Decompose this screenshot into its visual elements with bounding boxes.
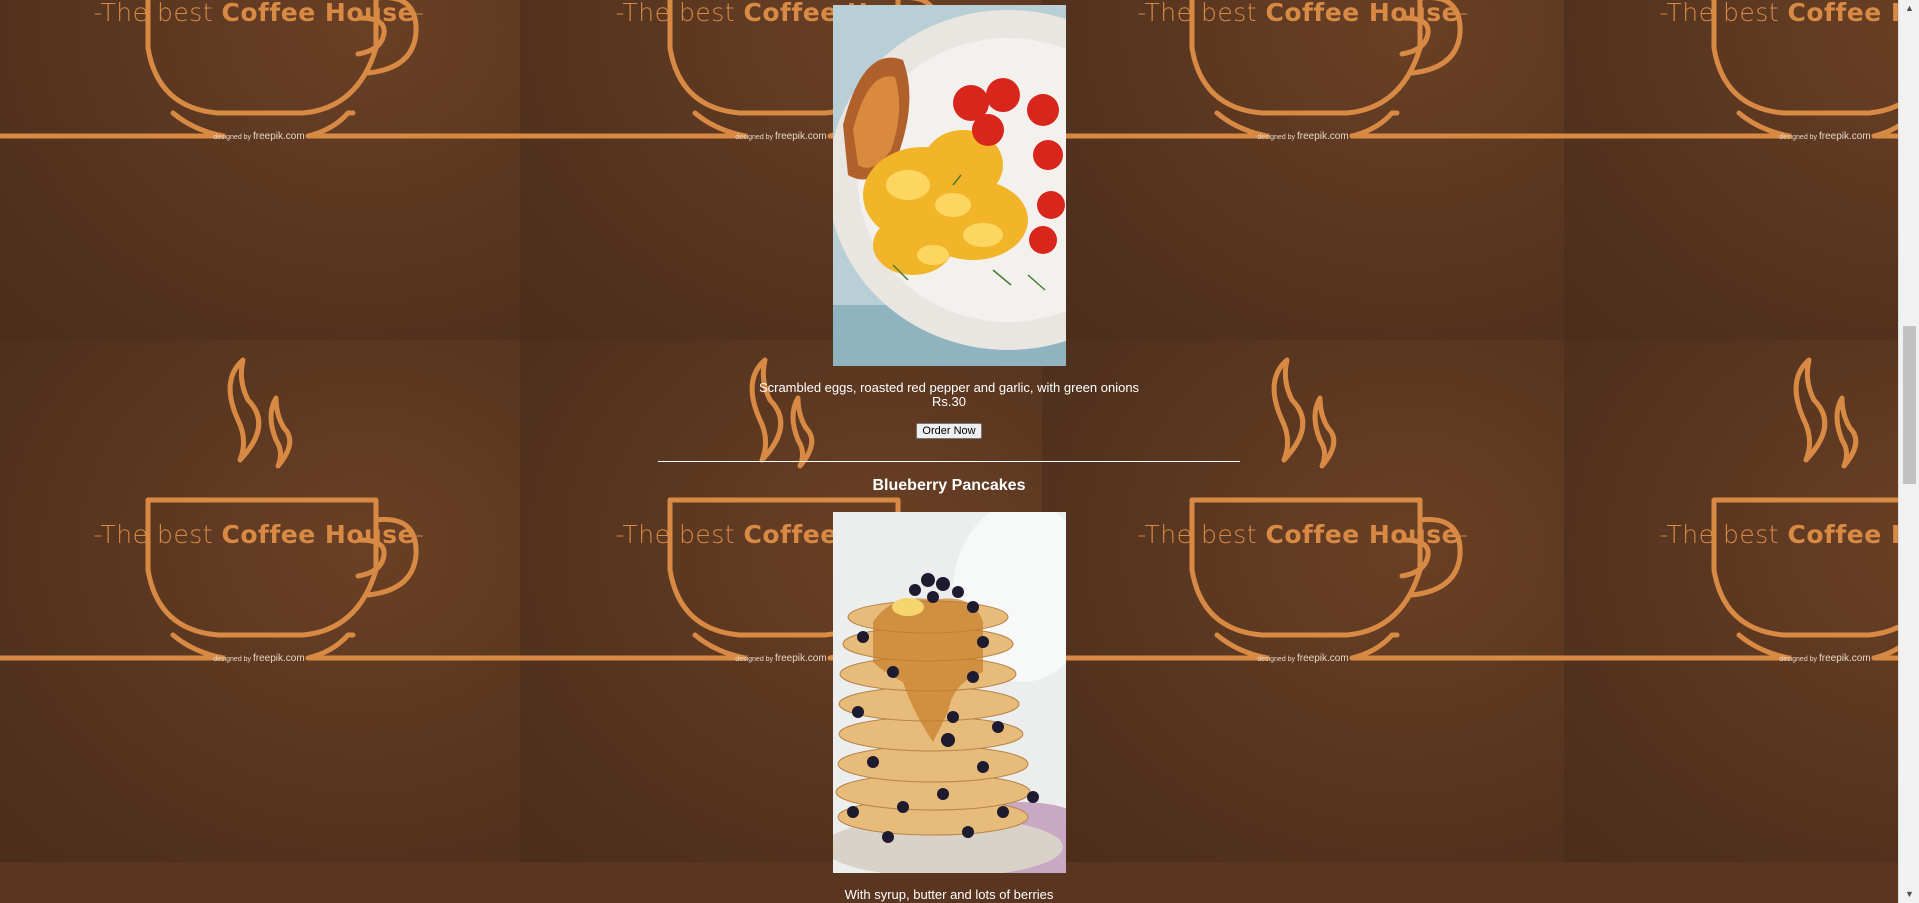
item-price: Rs.30 bbox=[932, 394, 966, 409]
item-description: Scrambled eggs, roasted red pepper and g… bbox=[758, 380, 1140, 395]
scroll-down-icon[interactable]: ▼ bbox=[1899, 886, 1919, 903]
menu-content: Scrambled eggs, roasted red pepper and g… bbox=[0, 0, 1898, 903]
item-title: Blueberry Pancakes bbox=[872, 477, 1026, 494]
scrambled-eggs-image bbox=[833, 5, 1066, 366]
item-description: With syrup, butter and lots of berries bbox=[844, 887, 1054, 902]
order-now-button[interactable]: Order Now bbox=[916, 423, 982, 439]
divider bbox=[658, 461, 1240, 462]
scroll-thumb[interactable] bbox=[1903, 326, 1916, 484]
scroll-up-icon[interactable]: ▲ bbox=[1899, 0, 1919, 17]
blueberry-pancakes-image bbox=[833, 512, 1066, 873]
vertical-scrollbar[interactable]: ▲ ▼ bbox=[1898, 0, 1919, 903]
